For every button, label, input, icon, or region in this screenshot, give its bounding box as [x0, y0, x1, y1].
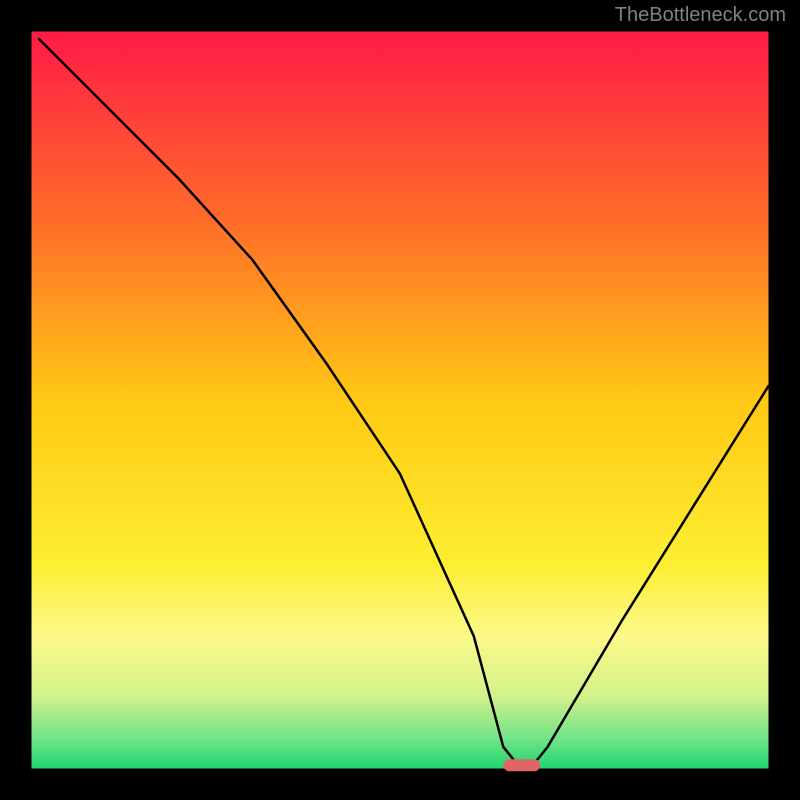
chart-container: TheBottleneck.com — [0, 0, 800, 800]
optimal-marker — [503, 759, 540, 771]
watermark-text: TheBottleneck.com — [615, 4, 786, 27]
bottleneck-chart — [0, 0, 800, 800]
